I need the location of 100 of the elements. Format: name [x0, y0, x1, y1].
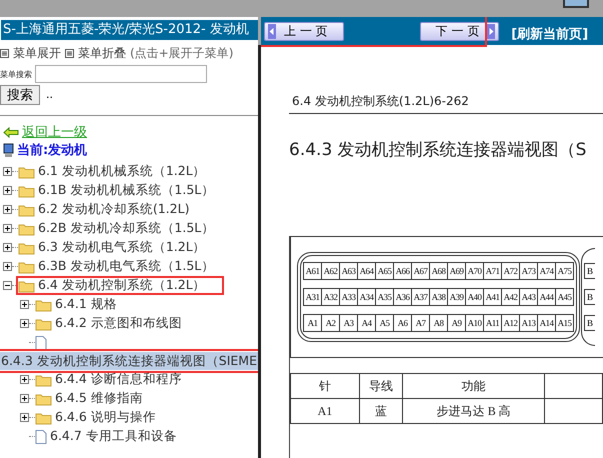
collapse-icon[interactable] [3, 281, 12, 290]
sidebar-title: S-上海通用五菱-荣光/荣光S-2012- 发动机 [1, 20, 258, 40]
pin-label: A75 [556, 265, 573, 278]
search-button[interactable]: 搜索 [0, 85, 40, 105]
menu-toggle-link[interactable]: 菜单折叠 [78, 45, 126, 62]
search-field[interactable] [35, 65, 207, 83]
tree-item[interactable]: 6.3B 发动机电气系统（1.5L） [38, 258, 214, 275]
pin-label: A9 [448, 315, 466, 331]
expand-icon[interactable] [20, 413, 29, 422]
collapse-all-icon[interactable] [0, 49, 9, 58]
computer-icon [3, 142, 14, 158]
expand-icon[interactable] [3, 167, 12, 176]
pin-label: A2 [322, 315, 340, 331]
expand-icon[interactable] [3, 262, 12, 271]
pin-label: A62 [322, 263, 340, 279]
table-cell: 蓝 [359, 398, 403, 424]
tree-item[interactable]: 6.4.2 示意图和布线图 [55, 315, 182, 332]
next-page-button[interactable]: 下 一 页 [420, 22, 500, 40]
pin-label: A15 [556, 317, 573, 330]
tree-item[interactable]: 6.1B 发动机机械系统（1.5L） [38, 182, 214, 199]
table-cell: A1 [290, 398, 360, 424]
tree-item[interactable]: 6.2 发动机冷却系统(1.2L) [38, 201, 190, 218]
pin-label: B [584, 315, 596, 331]
pin-label: A34 [358, 289, 376, 305]
pin-label: A35 [376, 289, 394, 305]
pin-label: A68 [430, 263, 448, 279]
tree-item[interactable]: 6.3 发动机电气系统（1.2L） [38, 239, 206, 256]
expand-icon[interactable] [20, 394, 29, 403]
pin-label: A67 [412, 263, 430, 279]
current-location: 当前:发动机 [17, 142, 88, 159]
section-heading: 6.4.3 发动机控制系统连接器端视图（S [289, 139, 588, 161]
column-header: 功能 [402, 374, 545, 398]
pin-label: A5 [376, 315, 394, 331]
folder-icon [35, 316, 52, 330]
pin-label: A66 [394, 263, 412, 279]
folder-icon [35, 392, 52, 406]
page-icon [35, 430, 47, 444]
pin-label: A63 [340, 263, 358, 279]
back-arrow-icon [3, 126, 19, 138]
pin-label: B [584, 289, 596, 305]
menu-hint: (点击+展开子菜单) [130, 45, 234, 62]
pin-label: A32 [322, 289, 340, 305]
pin-label: A72 [502, 263, 520, 279]
pin-label: A36 [394, 289, 412, 305]
pin-label: A65 [376, 263, 394, 279]
tree-item[interactable]: 6.4.6 说明与操作 [55, 409, 156, 426]
expand-icon[interactable] [3, 224, 12, 233]
tree-item[interactable]: 6.4.7 专用工具和设备 [50, 428, 177, 445]
pin-label: A45 [556, 291, 573, 304]
folder-icon [35, 372, 52, 386]
pin-label: A70 [466, 263, 484, 279]
pin-label: A37 [412, 289, 430, 305]
pin-label: A42 [502, 289, 520, 305]
folder-icon [18, 240, 35, 254]
pin-label: A6 [394, 315, 412, 331]
tree-item[interactable]: 6.2B 发动机冷却系统（1.5L） [38, 220, 214, 237]
pin-label: A7 [412, 315, 430, 331]
pin-label: A44 [538, 289, 556, 305]
pin-label: A1 [304, 315, 322, 331]
menu-toggle-link[interactable]: 菜单展开 [13, 45, 61, 62]
pin-label: B [584, 263, 596, 279]
pin-label: A64 [358, 263, 376, 279]
tree-item[interactable]: 6.4.5 维修指南 [55, 390, 143, 407]
pin-label: A11 [484, 315, 502, 331]
folder-icon [18, 202, 35, 216]
tree-item[interactable]: 6.4.1 规格 [55, 296, 117, 313]
page-icon [35, 336, 47, 350]
expand-icon[interactable] [20, 375, 29, 384]
page-header: 6.4 发动机控制系统(1.2L)6-262 [289, 93, 603, 114]
pin-label: A43 [520, 289, 538, 305]
folder-icon [18, 260, 35, 274]
tree-item[interactable]: 6.4 发动机控制系统（1.2L） [38, 277, 206, 294]
folder-icon [18, 184, 35, 198]
expand-icon[interactable] [20, 319, 29, 328]
expand-icon[interactable] [3, 205, 12, 214]
pin-label: A61 [304, 263, 322, 279]
pin-label: A13 [520, 315, 538, 331]
refresh-link[interactable]: [刷新当前页] [511, 25, 588, 43]
expand-icon[interactable] [20, 300, 29, 309]
pin-label: A14 [538, 315, 556, 331]
search-label: 菜单搜索 [0, 68, 32, 80]
tree-item[interactable]: 6.4.3 发动机控制系统连接器端视图（SIEME [0, 352, 258, 370]
tree-item[interactable]: 6.4.4 诊断信息和程序 [55, 371, 182, 388]
pin-label: A71 [484, 263, 502, 279]
pin-label: A3 [340, 315, 358, 331]
tree-item[interactable]: 6.1 发动机机械系统（1.2L） [38, 163, 206, 180]
pin-label: A41 [484, 289, 502, 305]
collapse-all-icon[interactable] [65, 49, 74, 58]
pin-label: A4 [358, 315, 376, 331]
previous-page-button[interactable]: 上 一 页 [264, 22, 344, 40]
pin-label: A69 [448, 263, 466, 279]
expand-icon[interactable] [3, 186, 12, 195]
folder-icon [35, 298, 52, 312]
pin-label: A33 [340, 289, 358, 305]
pin-label: A10 [466, 315, 484, 331]
expand-icon[interactable] [3, 243, 12, 252]
pin-label: A12 [502, 315, 520, 331]
pin-label: A8 [430, 315, 448, 331]
window-icon[interactable] [563, 0, 589, 8]
table-cell: 步进马达 B 高 [402, 398, 545, 424]
